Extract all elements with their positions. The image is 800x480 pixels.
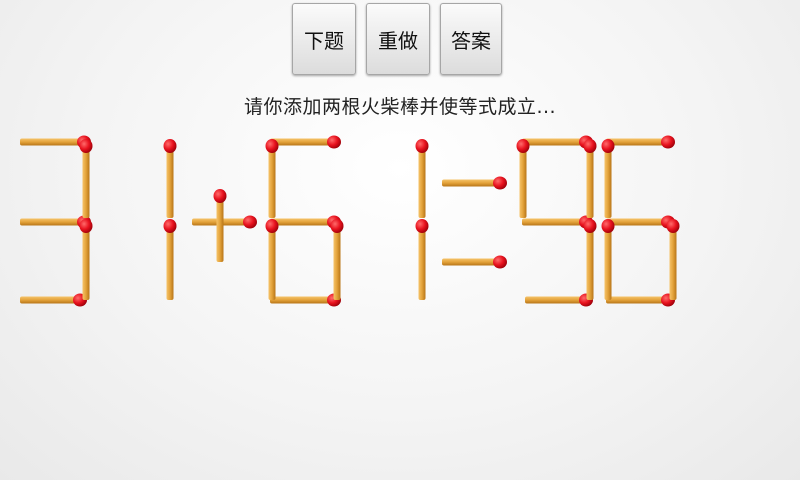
match-head [79,219,93,233]
match-head [601,139,615,153]
matchstick-vertical[interactable] [265,219,279,300]
match-head [601,219,615,233]
matchstick-horizontal[interactable] [525,293,593,307]
matchstick-horizontal[interactable] [606,293,675,307]
matchstick-vertical[interactable] [79,219,93,300]
matchstick-vertical[interactable] [583,139,597,218]
matchstick-vertical[interactable] [163,139,177,218]
matchstick-vertical[interactable] [79,139,93,218]
match-head [79,139,93,153]
matchstick-horizontal[interactable] [522,135,593,149]
matchstick-horizontal[interactable] [606,135,675,149]
match-head [243,215,257,229]
matchstick-horizontal[interactable] [442,176,507,190]
matchstick-vertical[interactable] [666,219,680,300]
matchstick-vertical[interactable] [601,139,615,218]
matchstick-vertical[interactable] [265,139,279,218]
match-head [213,189,227,203]
matchstick-horizontal[interactable] [270,293,341,307]
match-head [493,255,507,269]
match-head [516,139,530,153]
match-head [583,219,597,233]
match-head [265,139,279,153]
matchstick-horizontal[interactable] [270,135,341,149]
match-head [583,139,597,153]
matchstick-equation [20,135,680,307]
match-head [265,219,279,233]
match-head [661,135,675,149]
match-head [493,176,507,190]
match-head [327,135,341,149]
match-head [163,139,177,153]
matchstick-vertical[interactable] [415,139,429,218]
matchstick-vertical[interactable] [330,219,344,300]
match-head [163,219,177,233]
matchstick-vertical[interactable] [583,219,597,300]
match-head [330,219,344,233]
match-head [415,219,429,233]
matchstick-horizontal[interactable] [522,215,593,229]
matchstick-horizontal[interactable] [606,215,675,229]
matchstick-vertical[interactable] [516,139,530,218]
matchstick-vertical[interactable] [415,219,429,300]
match-head [666,219,680,233]
matchstick-horizontal[interactable] [270,215,341,229]
match-head [415,139,429,153]
matchstick-vertical[interactable] [601,219,615,300]
matchstick-horizontal[interactable] [192,215,257,229]
matchstick-horizontal[interactable] [442,255,507,269]
matchstick-vertical[interactable] [163,219,177,300]
matchstick-horizontal[interactable] [20,293,87,307]
